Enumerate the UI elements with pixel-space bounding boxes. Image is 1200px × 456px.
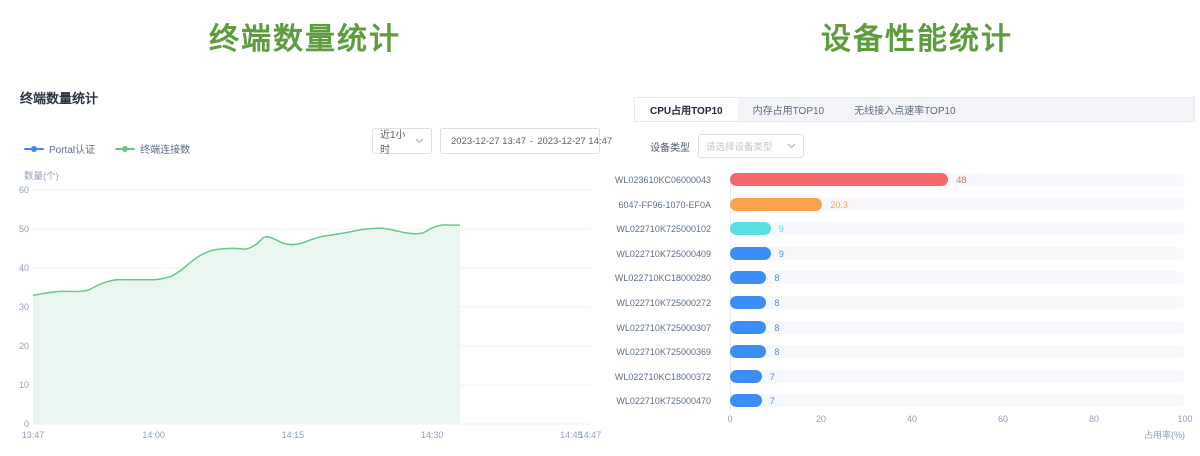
bar-value-label: 8	[774, 273, 779, 283]
x-axis-tick-20: 20	[806, 414, 836, 424]
y-axis-title: 数量(个)	[24, 168, 59, 182]
bar-row-WL022710K725000272: WL022710K7250002728	[634, 296, 1185, 309]
date-range-end: 2023-12-27 14:47	[537, 136, 612, 147]
bar-value-label: 48	[956, 175, 966, 185]
bar-category-label: WL022710K725000307	[511, 323, 711, 333]
bar-row-WL022710K725000470: WL022710K7250004707	[634, 394, 1185, 407]
line-chart-legend: Portal认证 终端连接数	[24, 141, 190, 156]
bar-row-WL022710K725000369: WL022710K7250003698	[634, 345, 1185, 358]
bar	[730, 198, 822, 211]
svg-text:0: 0	[24, 419, 29, 429]
svg-text:14:47: 14:47	[579, 430, 602, 440]
svg-text:30: 30	[19, 302, 29, 312]
x-axis-tick-80: 80	[1079, 414, 1109, 424]
bar	[730, 222, 771, 235]
bar-row-WL023610KC06000043: WL023610KC0600004348	[634, 173, 1185, 186]
bar-value-label: 8	[774, 298, 779, 308]
svg-text:40: 40	[19, 263, 29, 273]
x-axis-title: 占用率(%)	[1085, 428, 1185, 441]
bar-row-6047-FF96-1070-EF0A: 6047-FF96-1070-EF0A20.3	[634, 198, 1185, 211]
bar-value-label: 7	[770, 372, 775, 382]
bar-category-label: WL023610KC06000043	[511, 175, 711, 185]
bar-value-label: 20.3	[830, 200, 848, 210]
bar	[730, 394, 762, 407]
date-range-separator: -	[530, 136, 533, 147]
bar-category-label: WL022710KC18000372	[511, 372, 711, 382]
bar-value-label: 9	[779, 249, 784, 259]
legend-item-终端连接数[interactable]: 终端连接数	[115, 141, 190, 156]
svg-text:13:47: 13:47	[22, 430, 45, 440]
bar-row-WL022710KC18000372: WL022710KC180003727	[634, 370, 1185, 383]
time-controls: 近1小时 2023-12-27 13:47 - 2023-12-27 14:47	[372, 128, 600, 154]
bar	[730, 321, 766, 334]
date-range-start: 2023-12-27 13:47	[451, 136, 526, 147]
legend-line-dot-icon	[115, 146, 135, 152]
bar-category-label: WL022710K725000409	[511, 249, 711, 259]
svg-text:14:30: 14:30	[421, 430, 444, 440]
svg-text:14:00: 14:00	[142, 430, 165, 440]
date-range-picker[interactable]: 2023-12-27 13:47 - 2023-12-27 14:47	[440, 128, 600, 154]
x-axis-tick-40: 40	[897, 414, 927, 424]
bar-track	[730, 394, 1185, 407]
bar-category-label: 6047-FF96-1070-EF0A	[511, 200, 711, 210]
bar-category-label: WL022710K725000102	[511, 224, 711, 234]
bar-row-WL022710K725000307: WL022710K7250003078	[634, 321, 1185, 334]
x-axis-tick-100: 100	[1170, 414, 1200, 424]
legend-item-Portal认证[interactable]: Portal认证	[24, 141, 95, 156]
legend-line-dot-icon	[24, 146, 44, 152]
bar-value-label: 9	[779, 224, 784, 234]
bar-value-label: 8	[774, 323, 779, 333]
bar-track	[730, 321, 1185, 334]
bar-value-label: 8	[774, 347, 779, 357]
bar	[730, 247, 771, 260]
device-performance-panel: 设备性能统计 CPU占用TOP10内存占用TOP10无线接入点速率TOP10 设…	[634, 0, 1200, 456]
cpu-top10-bar-chart: WL023610KC0600004348 6047-FF96-1070-EF0A2…	[634, 0, 1200, 456]
bar-track	[730, 345, 1185, 358]
bar-category-label: WL022710KC18000280	[511, 273, 711, 283]
bar-row-WL022710K725000102: WL022710K7250001029	[634, 222, 1185, 235]
x-axis-tick-60: 60	[988, 414, 1018, 424]
bar-track	[730, 222, 1185, 235]
bar-row-WL022710KC18000280: WL022710KC180002808	[634, 271, 1185, 284]
bar-category-label: WL022710K725000272	[511, 298, 711, 308]
bar-row-WL022710K725000409: WL022710K7250004099	[634, 247, 1185, 260]
bar	[730, 173, 948, 186]
bar-category-label: WL022710K725000470	[511, 396, 711, 406]
chevron-down-icon	[415, 138, 424, 144]
bar-track	[730, 247, 1185, 260]
bar-track	[730, 370, 1185, 383]
svg-text:50: 50	[19, 224, 29, 234]
dashboard-page: 终端数量统计 终端数量统计 近1小时 2023-12-27 13:47 - 20…	[0, 0, 1200, 456]
bar-track	[730, 271, 1185, 284]
time-range-select-value: 近1小时	[380, 126, 415, 156]
bar	[730, 271, 766, 284]
svg-text:60: 60	[19, 185, 29, 195]
x-axis-tick-0: 0	[715, 414, 745, 424]
bar	[730, 370, 762, 383]
bar-category-label: WL022710K725000369	[511, 347, 711, 357]
svg-text:14:15: 14:15	[282, 430, 305, 440]
svg-text:10: 10	[19, 380, 29, 390]
svg-text:20: 20	[19, 341, 29, 351]
terminal-chart-card-title: 终端数量统计	[20, 88, 98, 107]
bar	[730, 296, 766, 309]
time-range-select[interactable]: 近1小时	[372, 128, 432, 154]
bar-value-label: 7	[770, 396, 775, 406]
bar	[730, 345, 766, 358]
bar-track	[730, 296, 1185, 309]
left-section-heading: 终端数量统计	[0, 14, 610, 58]
